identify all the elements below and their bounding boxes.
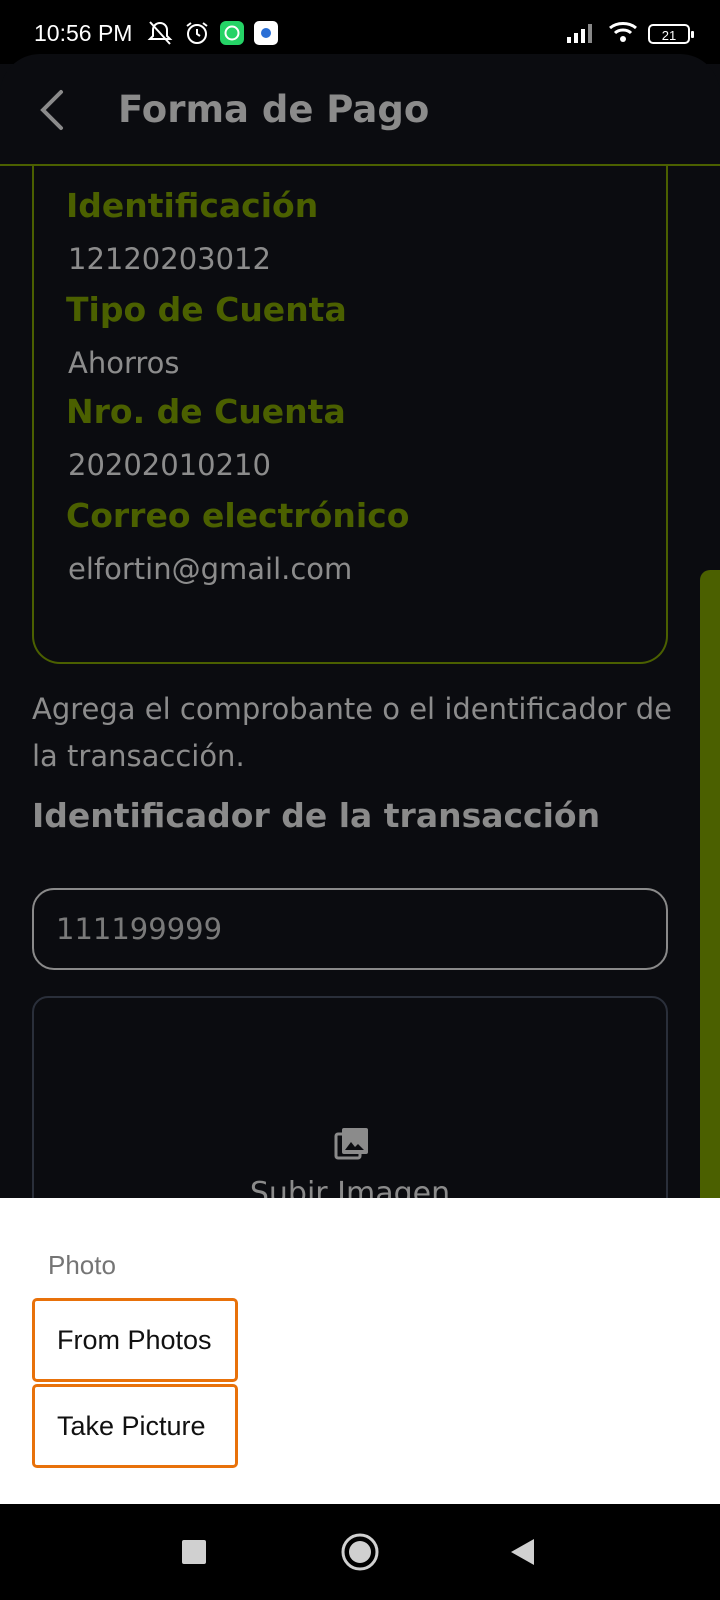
- system-nav-bar: [0, 1504, 720, 1600]
- wifi-icon: [608, 20, 638, 48]
- recent-apps-icon: [182, 1540, 206, 1564]
- whatsapp-icon: [220, 21, 244, 49]
- image-icon: [334, 1128, 368, 1166]
- scrollbar[interactable]: [700, 570, 720, 1198]
- sheet-title: Photo: [48, 1250, 116, 1280]
- app-header: Forma de Pago: [0, 54, 720, 166]
- app-icon: [254, 21, 278, 49]
- home-icon: [341, 1533, 379, 1571]
- email-value: elfortin@gmail.com: [68, 552, 353, 586]
- chevron-left-icon: [40, 90, 63, 130]
- account-type-label: Tipo de Cuenta: [66, 290, 347, 329]
- recent-apps-button[interactable]: [172, 1530, 216, 1574]
- account-number-label: Nro. de Cuenta: [66, 392, 346, 431]
- back-icon: [511, 1539, 534, 1565]
- id-value: 12120203012: [68, 242, 271, 276]
- upload-image-area[interactable]: Subir Imagen: [32, 996, 668, 1198]
- nav-back-button[interactable]: [500, 1530, 544, 1574]
- signal-icon: [566, 21, 598, 47]
- status-time: 10:56 PM: [34, 20, 133, 46]
- battery-icon: 21: [648, 24, 694, 44]
- home-button[interactable]: [338, 1530, 382, 1574]
- system-icons: 21: [566, 20, 694, 48]
- notification-icons: [146, 20, 278, 50]
- bank-info-card: Identificación 12120203012 Tipo de Cuent…: [32, 166, 668, 664]
- back-button[interactable]: [30, 84, 74, 136]
- photo-action-sheet: Photo From Photos Take Picture: [0, 1198, 720, 1504]
- transaction-heading: Identificador de la transacción: [32, 796, 601, 835]
- instructions-text: Agrega el comprobante o el identificador…: [32, 692, 672, 773]
- email-label: Correo electrónico: [66, 496, 410, 535]
- main-content[interactable]: Identificación 12120203012 Tipo de Cuent…: [0, 166, 720, 1198]
- page-title: Forma de Pago: [118, 88, 430, 131]
- alarm-icon: [184, 20, 210, 50]
- upload-label: Subir Imagen: [249, 1176, 451, 1198]
- from-photos-option[interactable]: From Photos: [32, 1298, 238, 1382]
- account-type-value: Ahorros: [68, 346, 180, 380]
- transaction-id-input[interactable]: 111199999: [32, 888, 668, 970]
- id-label: Identificación: [66, 186, 319, 225]
- take-picture-option[interactable]: Take Picture: [32, 1384, 238, 1468]
- account-number-value: 20202010210: [68, 448, 271, 482]
- mute-icon: [146, 20, 174, 50]
